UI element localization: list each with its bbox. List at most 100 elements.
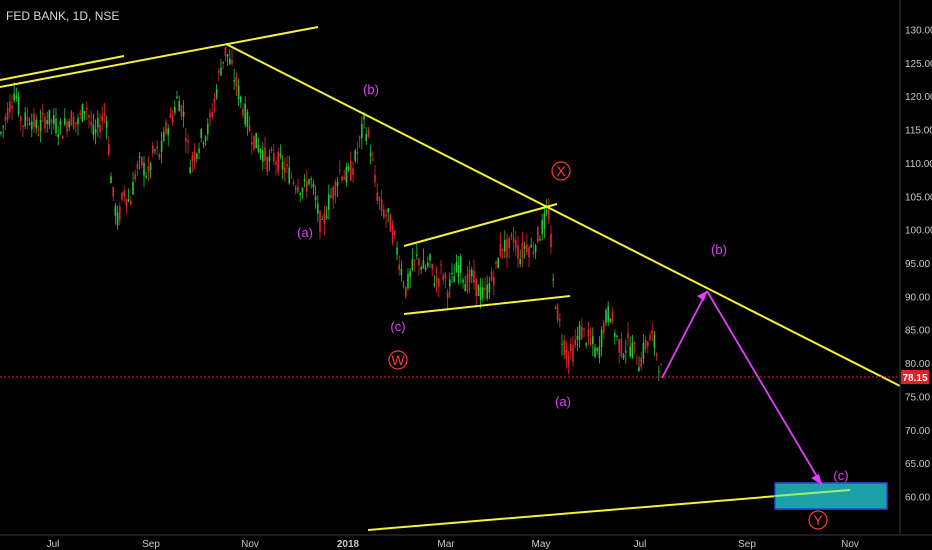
candle xyxy=(660,363,662,366)
candle-body xyxy=(510,233,513,238)
candle xyxy=(279,144,282,160)
candle xyxy=(132,171,134,196)
candle xyxy=(468,260,471,294)
candle xyxy=(429,253,431,268)
candle-body xyxy=(424,267,427,271)
candle xyxy=(534,243,537,259)
candle xyxy=(523,241,526,259)
candle-body xyxy=(231,60,233,64)
candle xyxy=(202,141,205,149)
candle-body xyxy=(374,174,376,183)
candle-body xyxy=(444,273,447,280)
x-tick-label: Jul xyxy=(634,539,647,550)
candle-body xyxy=(83,111,86,114)
candle xyxy=(17,91,20,118)
candle-body xyxy=(13,93,15,101)
candle xyxy=(171,109,174,126)
candle-body xyxy=(332,186,334,200)
candle xyxy=(537,225,539,244)
y-tick-label: 125.00 xyxy=(905,59,932,70)
candle-body xyxy=(213,98,216,103)
candle xyxy=(510,232,513,241)
candle-body xyxy=(350,161,352,181)
candle-body xyxy=(416,254,418,256)
candle-body xyxy=(636,363,638,365)
candle-body xyxy=(61,136,64,139)
candle xyxy=(50,118,53,135)
candle xyxy=(572,335,574,367)
candle xyxy=(196,152,198,163)
candle-body xyxy=(266,157,268,173)
candle xyxy=(138,151,141,170)
candle-body xyxy=(317,203,319,214)
candle-body xyxy=(567,356,570,365)
wave-label-c-feb: (c) xyxy=(390,319,405,334)
candle xyxy=(68,118,70,131)
candle xyxy=(321,215,323,220)
wave-circle-w: W xyxy=(388,350,408,370)
candle xyxy=(86,101,88,121)
candle xyxy=(310,176,312,189)
candle-body xyxy=(506,239,508,258)
candle xyxy=(110,172,112,184)
x-tick-label: Nov xyxy=(241,539,259,550)
candle-body xyxy=(240,96,242,103)
candle xyxy=(598,336,601,364)
candle-body xyxy=(528,247,530,258)
candle-body xyxy=(202,142,205,145)
projection-path xyxy=(661,290,823,486)
candle-body xyxy=(112,186,114,197)
candle-body xyxy=(277,151,279,173)
price-chart[interactable]: (b) (a) (c) (b) (a) (c) X W Y 130.00 125.… xyxy=(0,0,932,550)
candle-body xyxy=(420,267,422,270)
candle xyxy=(288,155,290,185)
candle-body xyxy=(440,264,442,266)
wave-circle-w-label: W xyxy=(391,352,405,368)
candle xyxy=(589,327,592,347)
time-axis[interactable]: Jul Sep Nov 2018 Mar May Jul Sep Nov xyxy=(0,534,932,550)
candle xyxy=(143,156,145,188)
candle-body xyxy=(605,310,607,323)
candle xyxy=(178,95,180,112)
candle-body xyxy=(167,128,169,135)
candle xyxy=(229,49,231,66)
chart-title: FED BANK, 1D, NSE xyxy=(6,9,119,23)
x-tick-labels: Jul Sep Nov 2018 Mar May Jul Sep Nov xyxy=(47,539,859,550)
candle-body xyxy=(372,159,374,161)
candle-body xyxy=(581,326,583,340)
candle-body xyxy=(334,181,337,197)
candle xyxy=(152,141,154,158)
candle-body xyxy=(88,115,90,118)
candle xyxy=(314,185,317,209)
candle-body xyxy=(435,277,438,283)
candle-body xyxy=(479,287,482,301)
candle xyxy=(352,161,354,183)
candle xyxy=(22,124,24,137)
candle-body xyxy=(262,150,264,162)
candle-body xyxy=(116,212,119,226)
candle-body xyxy=(70,111,73,126)
candle-body xyxy=(341,176,343,181)
candle xyxy=(413,259,416,272)
y-tick-label: 130.00 xyxy=(905,26,932,37)
candle xyxy=(277,148,279,176)
candle-body xyxy=(660,364,662,366)
candle-body xyxy=(451,272,453,274)
candle xyxy=(97,110,99,138)
candle xyxy=(603,319,605,340)
candle xyxy=(145,172,147,180)
candle xyxy=(356,142,359,164)
candle xyxy=(587,321,590,346)
price-axis[interactable]: 130.00 125.00 120.00 115.00 110.00 105.00 100.… xyxy=(899,0,932,535)
candle xyxy=(332,185,334,209)
candle-body xyxy=(209,112,211,118)
candle-body xyxy=(28,122,31,125)
candle xyxy=(253,135,255,152)
candle-body xyxy=(79,113,81,115)
candle xyxy=(607,301,609,327)
candle xyxy=(2,124,4,138)
candle xyxy=(473,259,475,290)
candle-body xyxy=(55,118,57,134)
candle xyxy=(57,125,59,146)
projection-up-arrowhead xyxy=(697,291,707,301)
